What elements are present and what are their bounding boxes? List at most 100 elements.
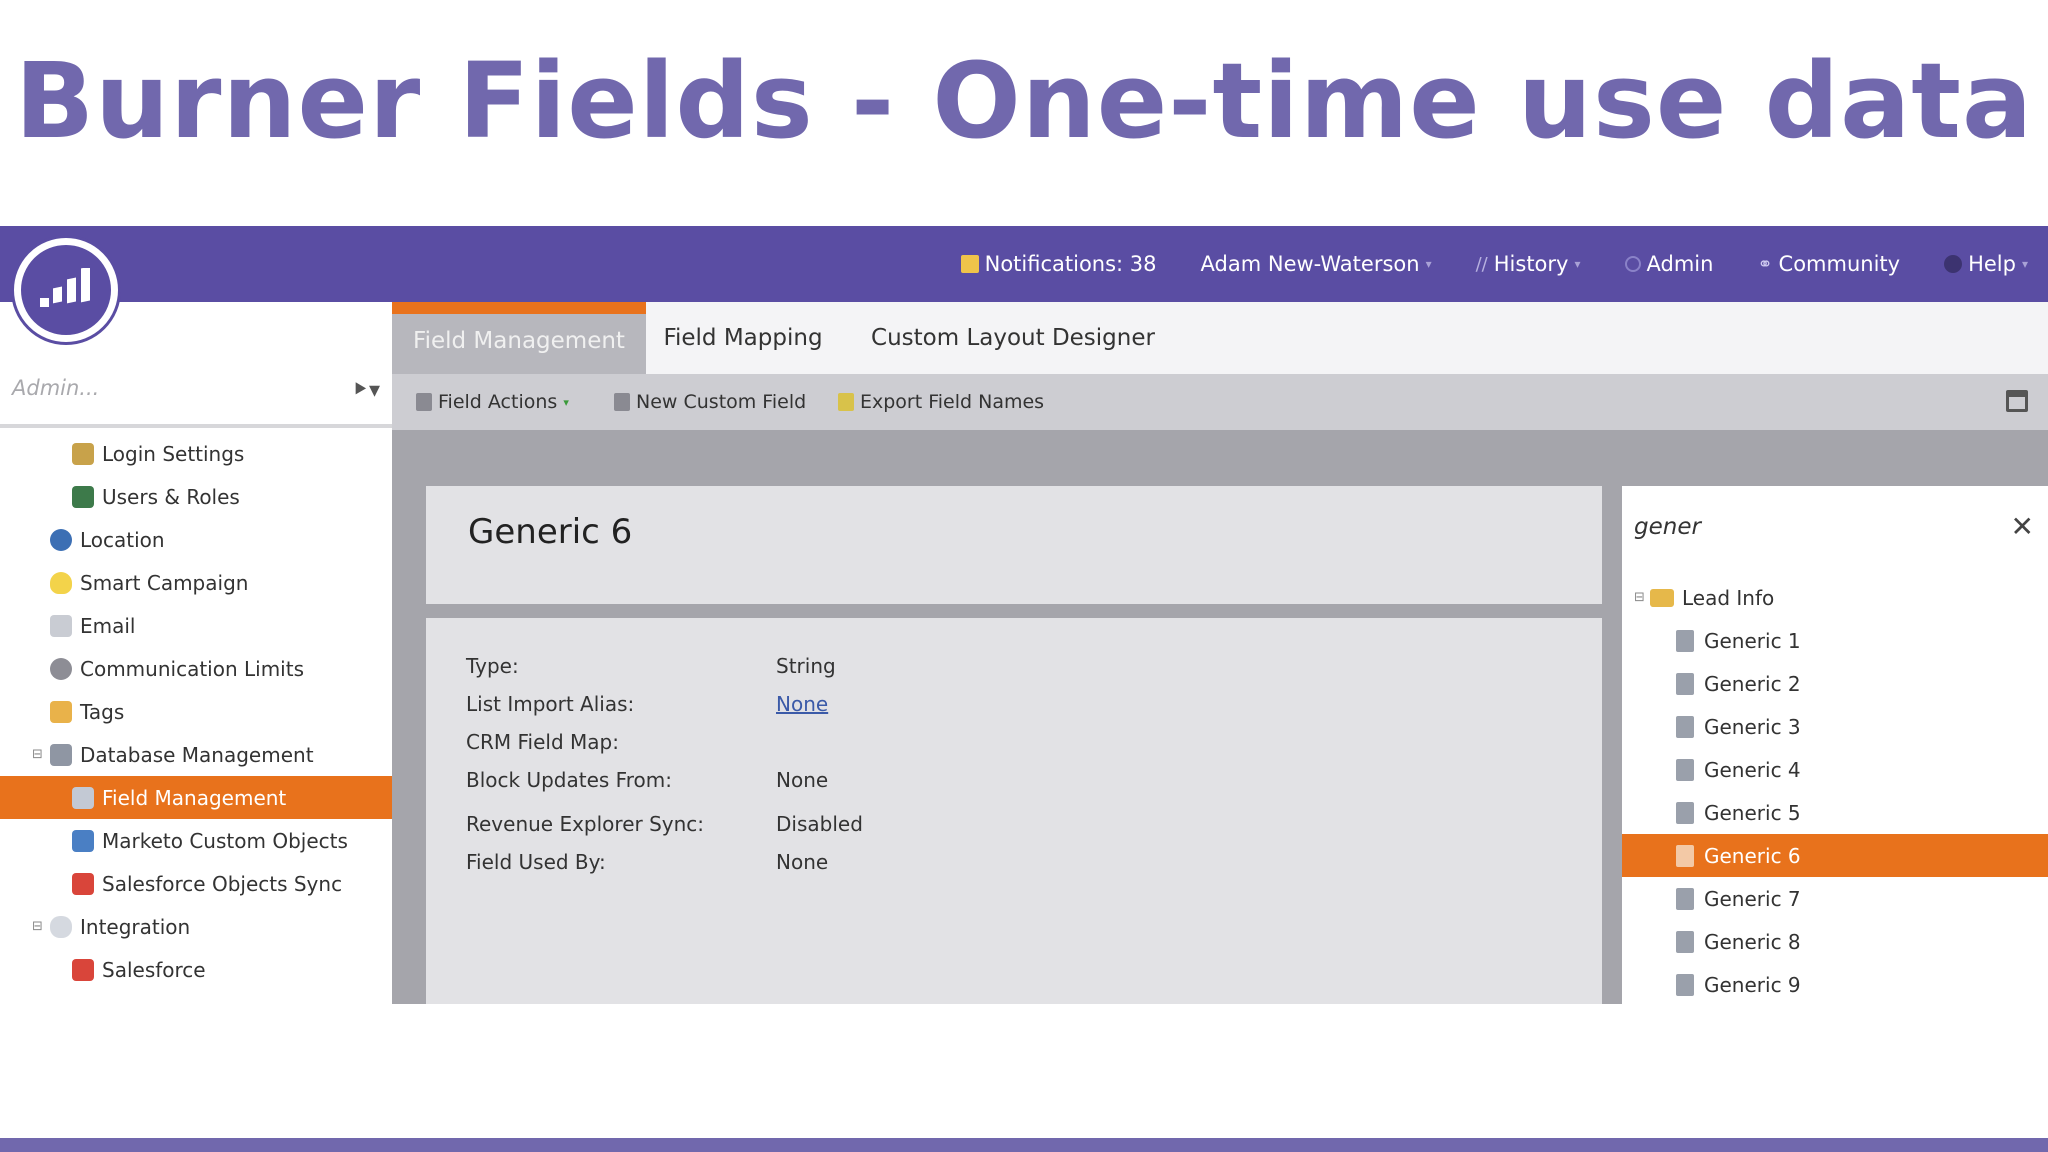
property-value: Disabled — [776, 812, 863, 836]
field-search[interactable]: gener ✕ — [1622, 486, 2048, 574]
tab-custom-layout-designer[interactable]: Custom Layout Designer — [862, 302, 1164, 374]
user-menu[interactable]: Adam New-Waterson ▾ — [1201, 252, 1432, 276]
new-custom-field-button[interactable]: New Custom Field — [614, 374, 806, 430]
list-import-alias-link[interactable]: None — [776, 692, 828, 716]
list-item[interactable]: Generic 2 — [1622, 662, 2048, 705]
admin-tree: Login Settings Users & Roles Location Sm… — [0, 432, 392, 991]
field-detail-header: Generic 6 — [426, 486, 1602, 604]
list-item[interactable]: Generic 9 — [1622, 963, 2048, 1004]
list-item[interactable]: Generic 7 — [1622, 877, 2048, 920]
property-crm-field-map: CRM Field Map: — [466, 730, 776, 754]
field-actions-label: Field Actions — [438, 391, 558, 413]
field-icon — [1676, 801, 1694, 824]
help-menu[interactable]: Help ▾ — [1944, 252, 2028, 276]
marketo-logo[interactable] — [14, 238, 118, 342]
tab-label: Custom Layout Designer — [871, 325, 1155, 351]
list-item-selected[interactable]: Generic 6 — [1622, 834, 2048, 877]
admin-search-input[interactable]: Admin... — [12, 376, 99, 400]
sidebar-item-field-management[interactable]: Field Management — [0, 776, 392, 819]
app-window: Notifications: 38 Adam New-Waterson ▾ //… — [0, 226, 2048, 1004]
tab-field-mapping[interactable]: Field Mapping — [654, 302, 832, 374]
tab-label: Field Management — [413, 328, 625, 354]
sidebar-item-label: Field Management — [102, 785, 287, 810]
globe-icon — [50, 528, 72, 551]
gear-icon — [1624, 256, 1641, 272]
search-options-icon[interactable]: ⯈▾ — [351, 378, 380, 403]
folder-lead-info[interactable]: ⊟ Lead Info — [1622, 576, 2048, 619]
field-tree: ⊟ Lead Info Generic 1 Generic 2 Generic … — [1622, 576, 2048, 1004]
sidebar-item-tags[interactable]: Tags — [0, 690, 392, 733]
user-name: Adam New-Waterson — [1200, 252, 1420, 276]
property-revenue-explorer-sync: Revenue Explorer Sync: Disabled — [466, 812, 863, 836]
sidebar-item-location[interactable]: Location — [0, 518, 392, 561]
users-icon — [72, 485, 94, 508]
sidebar-item-label: Login Settings — [102, 441, 245, 466]
community-link[interactable]: ⚭ Community — [1757, 252, 1900, 276]
notifications-label: Notifications: 38 — [984, 252, 1157, 276]
folder-label: Lead Info — [1682, 585, 1775, 610]
admin-link[interactable]: Admin — [1624, 252, 1713, 276]
property-block-updates-from: Block Updates From: None — [466, 768, 828, 792]
list-item-label: Generic 1 — [1704, 628, 1801, 653]
bottom-accent-bar — [0, 1138, 2048, 1152]
list-item-label: Generic 3 — [1704, 714, 1801, 739]
sidebar-item-users-roles[interactable]: Users & Roles — [0, 475, 392, 518]
sidebar-item-marketo-custom-objects[interactable]: Marketo Custom Objects — [0, 819, 392, 862]
sidebar-item-smart-campaign[interactable]: Smart Campaign — [0, 561, 392, 604]
database-icon — [50, 743, 72, 766]
tab-field-management[interactable]: Field Management — [392, 302, 646, 374]
collapse-icon[interactable]: ⊟ — [32, 919, 48, 934]
collapse-icon[interactable]: ⊟ — [1634, 590, 1650, 605]
field-icon — [1676, 672, 1694, 695]
email-icon — [50, 614, 72, 637]
maximize-icon[interactable] — [2006, 390, 2028, 412]
collapse-icon[interactable]: ⊟ — [32, 747, 48, 762]
list-item[interactable]: Generic 1 — [1622, 619, 2048, 662]
help-label: Help — [1968, 252, 2016, 276]
list-item-label: Generic 5 — [1704, 800, 1801, 825]
export-field-names-button[interactable]: Export Field Names — [838, 374, 1044, 430]
chevron-down-icon: ▾ — [2021, 257, 2028, 271]
salesforce-sync-icon — [72, 872, 94, 895]
slide-title: Burner Fields - One-time use data — [14, 40, 2034, 162]
sidebar-item-salesforce[interactable]: Salesforce — [0, 948, 392, 991]
field-search-input[interactable]: gener — [1634, 514, 1701, 540]
property-label: Block Updates From: — [466, 768, 672, 792]
sidebar-item-login-settings[interactable]: Login Settings — [0, 432, 392, 475]
admin-sidebar: Admin... ⯈▾ Login Settings Users & Roles… — [0, 302, 392, 1004]
sidebar-item-label: Smart Campaign — [80, 570, 249, 595]
lightbulb-icon — [50, 571, 72, 594]
field-actions-icon — [416, 393, 432, 411]
sidebar-item-integration[interactable]: ⊟ Integration — [0, 905, 392, 948]
tab-bar: Field Management Field Mapping Custom La… — [392, 302, 2048, 374]
new-field-icon — [614, 393, 630, 411]
list-item[interactable]: Generic 4 — [1622, 748, 2048, 791]
field-icon — [1676, 629, 1694, 652]
field-icon — [1676, 844, 1694, 867]
sidebar-item-label: Email — [80, 613, 136, 638]
field-icon — [72, 786, 94, 809]
property-label: Field Used By: — [466, 850, 606, 874]
tag-icon — [50, 700, 72, 723]
field-actions-button[interactable]: Field Actions ▾ — [416, 374, 569, 430]
field-list-panel: gener ✕ ⊟ Lead Info Generic 1 Generic 2 … — [1622, 486, 2048, 1004]
list-item-label: Generic 9 — [1704, 972, 1801, 997]
at-sign-icon — [50, 657, 72, 680]
history-menu[interactable]: // History ▾ — [1476, 252, 1581, 276]
custom-object-icon — [72, 829, 94, 852]
sidebar-item-database-management[interactable]: ⊟ Database Management — [0, 733, 392, 776]
chevron-down-icon: ▾ — [563, 395, 569, 409]
sidebar-item-salesforce-objects-sync[interactable]: Salesforce Objects Sync — [0, 862, 392, 905]
sidebar-item-communication-limits[interactable]: Communication Limits — [0, 647, 392, 690]
close-icon[interactable]: ✕ — [2011, 510, 2034, 543]
list-item-label: Generic 7 — [1704, 886, 1801, 911]
field-icon — [1676, 887, 1694, 910]
notifications-button[interactable]: Notifications: 38 — [960, 252, 1157, 276]
sidebar-item-label: Location — [80, 527, 165, 552]
list-item[interactable]: Generic 5 — [1622, 791, 2048, 834]
list-item[interactable]: Generic 3 — [1622, 705, 2048, 748]
property-list-import-alias: List Import Alias: None — [466, 692, 828, 716]
sidebar-item-email[interactable]: Email — [0, 604, 392, 647]
key-icon — [72, 442, 94, 465]
list-item[interactable]: Generic 8 — [1622, 920, 2048, 963]
